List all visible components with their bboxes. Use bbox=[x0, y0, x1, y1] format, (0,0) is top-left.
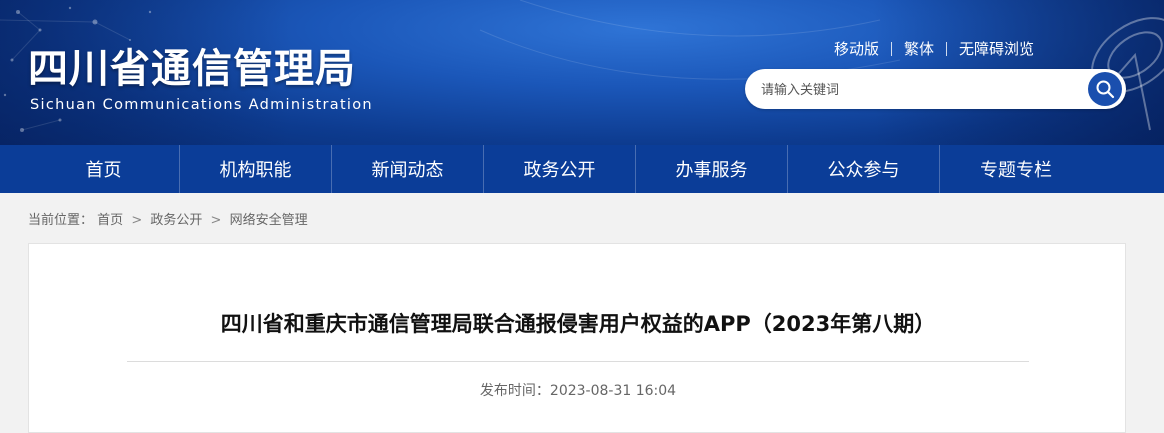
nav-item-organization[interactable]: 机构职能 bbox=[180, 145, 332, 193]
breadcrumb: 当前位置： 首页 > 政务公开 > 网络安全管理 bbox=[28, 209, 308, 228]
search-button[interactable] bbox=[1088, 72, 1122, 106]
breadcrumb-separator: > bbox=[210, 213, 222, 228]
publish-time-value: 2023-08-31 16:04 bbox=[549, 383, 677, 399]
publish-time: 发布时间：2023-08-31 16:04 bbox=[29, 380, 1127, 400]
search-icon bbox=[1096, 80, 1115, 99]
nav-item-services[interactable]: 办事服务 bbox=[636, 145, 788, 193]
nav-item-news[interactable]: 新闻动态 bbox=[332, 145, 484, 193]
site-logo-subtitle: Sichuan Communications Administration bbox=[30, 97, 373, 113]
article-title: 四川省和重庆市通信管理局联合通报侵害用户权益的APP（2023年第八期） bbox=[220, 312, 936, 336]
breadcrumb-item-network-security[interactable]: 网络安全管理 bbox=[230, 213, 308, 228]
publish-time-label: 发布时间： bbox=[479, 383, 550, 399]
site-header: 四川省通信管理局 Sichuan Communications Administ… bbox=[0, 0, 1164, 145]
nav-item-special-topics[interactable]: 专题专栏 bbox=[940, 145, 1092, 193]
nav-item-government-affairs[interactable]: 政务公开 bbox=[484, 145, 636, 193]
article-card: 四川省和重庆市通信管理局联合通报侵害用户权益的APP（2023年第八期） 发布时… bbox=[28, 243, 1126, 433]
breadcrumb-separator: > bbox=[131, 213, 143, 228]
traditional-chinese-link[interactable]: 繁体 bbox=[892, 39, 946, 59]
breadcrumb-item-government-affairs[interactable]: 政务公开 bbox=[150, 213, 202, 228]
main-nav: 首页 机构职能 新闻动态 政务公开 办事服务 公众参与 专题专栏 bbox=[0, 145, 1164, 193]
search-input[interactable] bbox=[759, 79, 1083, 101]
breadcrumb-item-home[interactable]: 首页 bbox=[97, 213, 123, 228]
mobile-version-link[interactable]: 移动版 bbox=[822, 39, 891, 59]
site-logo-title[interactable]: 四川省通信管理局 bbox=[28, 44, 356, 94]
breadcrumb-prefix: 当前位置： bbox=[28, 213, 94, 228]
nav-item-public-participation[interactable]: 公众参与 bbox=[788, 145, 940, 193]
header-quick-links: 移动版 繁体 无障碍浏览 bbox=[822, 38, 1046, 60]
search-box bbox=[745, 69, 1126, 109]
nav-item-home[interactable]: 首页 bbox=[28, 145, 180, 193]
title-divider bbox=[127, 361, 1029, 362]
accessibility-link[interactable]: 无障碍浏览 bbox=[947, 39, 1046, 59]
